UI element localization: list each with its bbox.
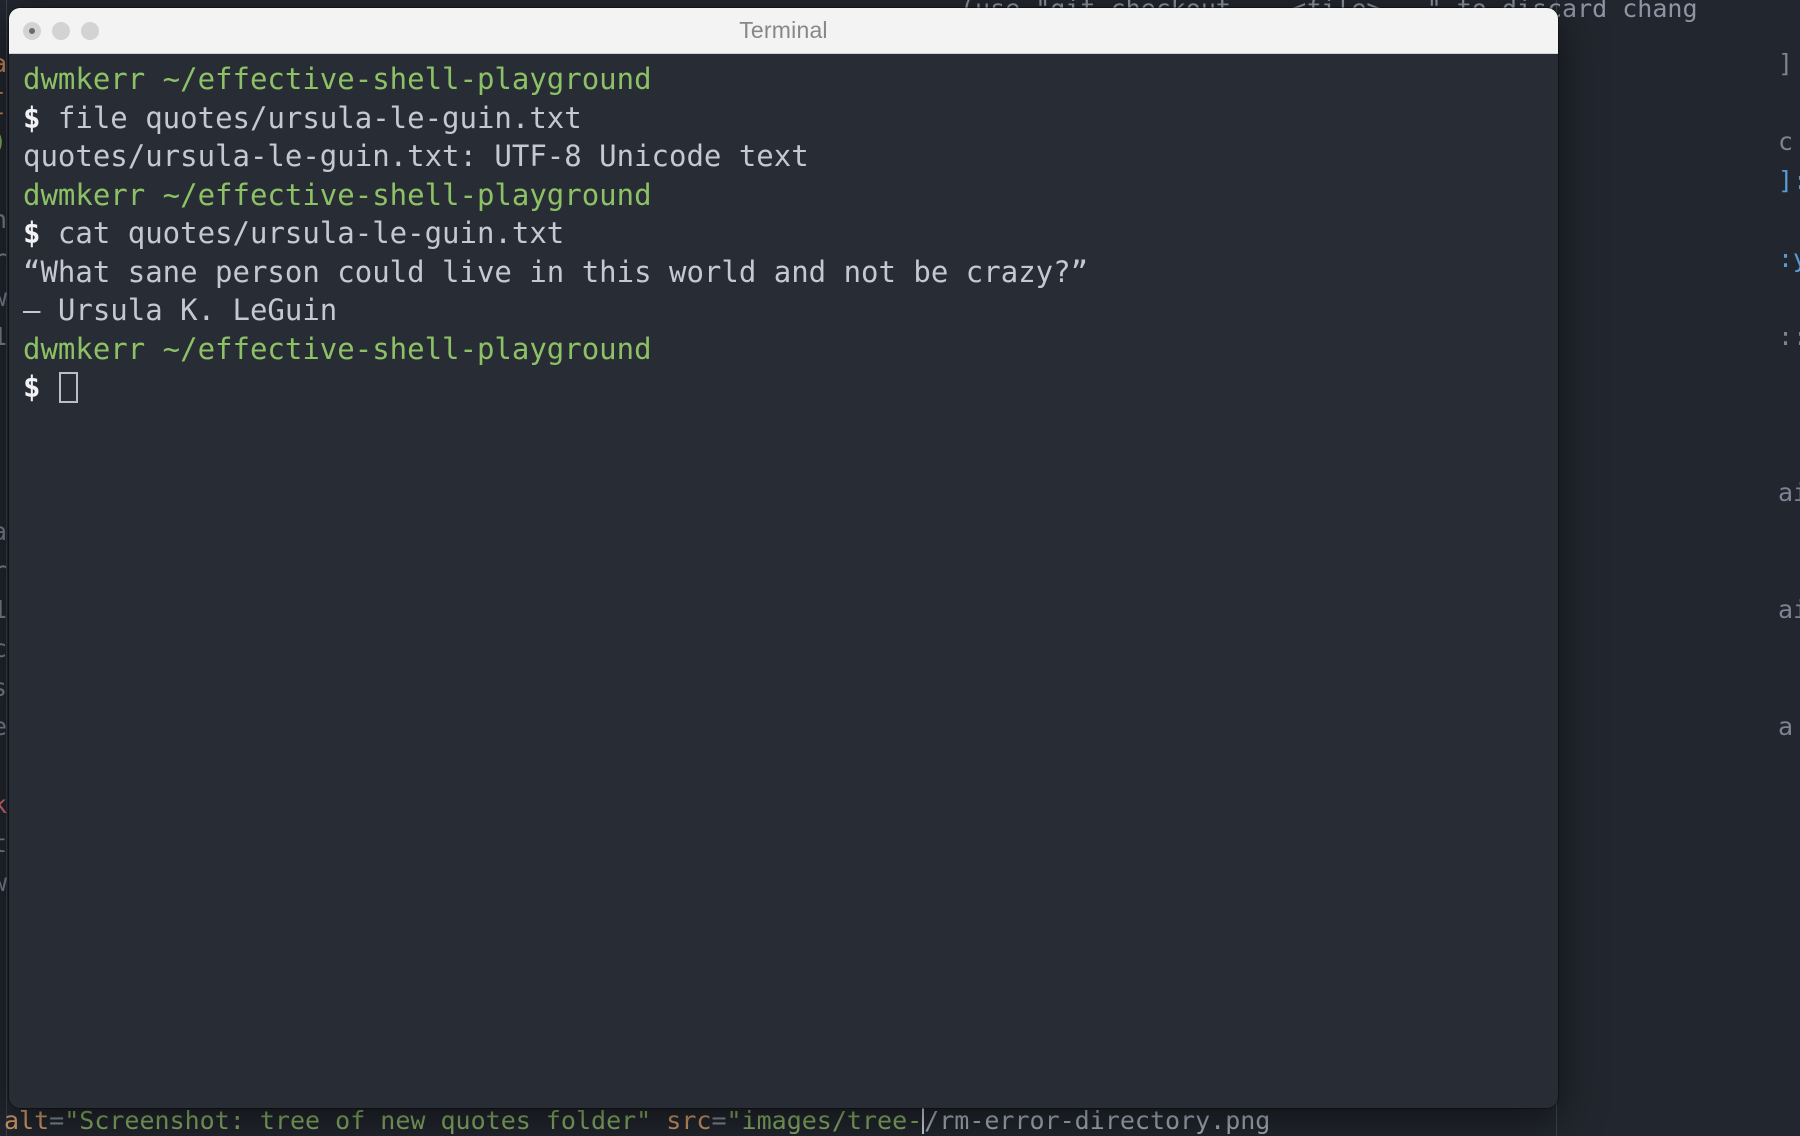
- prompt-sigil: $: [23, 216, 41, 250]
- screen: (use "git checkout -- <file>..." to disc…: [0, 0, 1800, 1136]
- background-attr-src: src: [666, 1106, 712, 1135]
- background-src-tail: /rm-error-directory.png: [924, 1106, 1271, 1135]
- terminal-line-command: $ cat quotes/ursula-le-guin.txt: [23, 214, 1558, 253]
- prompt-sigil: $: [23, 370, 41, 404]
- command-text: cat quotes/ursula-le-guin.txt: [40, 216, 565, 250]
- background-attr-alt: alt: [4, 1106, 50, 1135]
- background-alt-value: "Screenshot: tree of new quotes folder": [64, 1106, 652, 1135]
- command-text: file quotes/ursula-le-guin.txt: [40, 100, 582, 135]
- close-button[interactable]: [23, 21, 41, 40]
- terminal-window[interactable]: Terminal dwmkerr ~/effective-shell-playg…: [9, 8, 1558, 1108]
- terminal-line-prompt: dwmkerr ~/effective-shell-playground: [23, 62, 652, 96]
- terminal-output-area[interactable]: dwmkerr ~/effective-shell-playground $ f…: [9, 54, 1558, 1108]
- terminal-line-command: $ file quotes/ursula-le-guin.txt: [23, 99, 1558, 138]
- terminal-cursor: [58, 372, 78, 403]
- window-titlebar[interactable]: Terminal: [9, 8, 1558, 54]
- background-eq-2: =: [711, 1106, 727, 1135]
- terminal-line-prompt: dwmkerr ~/effective-shell-playground: [23, 331, 652, 366]
- terminal-line-output: — Ursula K. LeGuin: [23, 293, 338, 327]
- terminal-line-prompt: dwmkerr ~/effective-shell-playground: [23, 177, 652, 212]
- terminal-line-active-prompt[interactable]: $: [23, 368, 1558, 407]
- terminal-line-output: “What sane person could live in this wor…: [23, 254, 1089, 289]
- window-controls: [23, 21, 99, 40]
- zoom-button[interactable]: [81, 21, 99, 40]
- background-src-value: "images/tree-: [726, 1106, 923, 1135]
- active-command-text: [40, 370, 57, 404]
- background-right-column: ] c ]:y :y :: ai ai a: [1778, 49, 1800, 741]
- window-title: Terminal: [739, 17, 828, 43]
- terminal-line-output: quotes/ursula-le-guin.txt: UTF-8 Unicode…: [23, 139, 809, 173]
- prompt-sigil: $: [23, 100, 41, 135]
- minimize-button[interactable]: [52, 21, 70, 40]
- background-eq-1: =: [49, 1106, 65, 1135]
